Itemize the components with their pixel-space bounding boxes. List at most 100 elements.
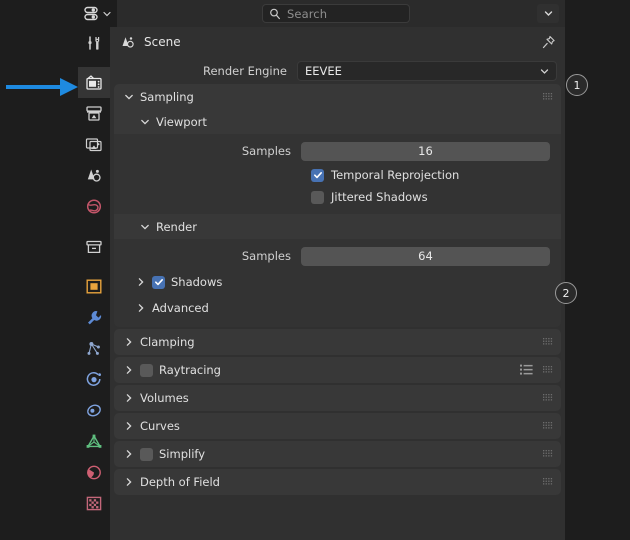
section-curves[interactable]: Curves bbox=[114, 413, 561, 439]
chevron-right-icon bbox=[126, 366, 132, 374]
render-engine-value: EEVEE bbox=[305, 63, 342, 78]
section-clamping[interactable]: Clamping bbox=[114, 329, 561, 355]
grip-dots-icon[interactable] bbox=[543, 93, 553, 101]
chevron-down-icon bbox=[544, 11, 552, 16]
section-depth-of-field-title: Depth of Field bbox=[140, 475, 220, 489]
view-layer-images-icon bbox=[85, 138, 102, 152]
subsection-viewport-body: Samples 16 Temporal Reprojection Jittere… bbox=[114, 134, 561, 214]
section-raytracing-title: Raytracing bbox=[159, 363, 221, 377]
sidebar-item-object-data[interactable] bbox=[78, 426, 110, 457]
sidebar-item-tool[interactable] bbox=[78, 27, 110, 58]
sidebar-item-scene[interactable] bbox=[78, 160, 110, 191]
section-sampling-header[interactable]: Sampling bbox=[114, 84, 561, 109]
render-samples-label: Samples bbox=[241, 249, 291, 263]
pin-button[interactable] bbox=[539, 33, 557, 51]
chevron-down-icon bbox=[141, 119, 149, 125]
grip-dots-icon[interactable] bbox=[543, 394, 553, 402]
chevron-right-icon bbox=[126, 394, 132, 402]
sidebar-item-collection[interactable] bbox=[78, 231, 110, 262]
temporal-reprojection-row[interactable]: Temporal Reprojection bbox=[114, 164, 561, 186]
pin-icon bbox=[542, 35, 555, 48]
arrow-shaft bbox=[6, 85, 64, 89]
temporal-reprojection-label: Temporal Reprojection bbox=[331, 168, 460, 182]
section-simplify-title: Simplify bbox=[159, 447, 206, 461]
header-overflow-button[interactable] bbox=[537, 4, 559, 23]
collection-box-icon bbox=[86, 240, 102, 253]
section-raytracing[interactable]: Raytracing bbox=[114, 357, 561, 383]
raytracing-checkbox[interactable] bbox=[140, 363, 153, 377]
search-icon bbox=[270, 8, 280, 19]
arrow-head bbox=[60, 78, 78, 96]
chevron-right-icon[interactable] bbox=[136, 303, 146, 313]
sidebar-item-view-layer[interactable] bbox=[78, 129, 110, 160]
sidebar-item-render[interactable] bbox=[78, 67, 112, 98]
properties-panel: Scene Render Engine EEVEE Sampling Viewp… bbox=[110, 27, 565, 540]
chevron-right-icon[interactable] bbox=[136, 277, 146, 287]
subsection-viewport-title: Viewport bbox=[156, 114, 207, 129]
grip-dots-icon[interactable] bbox=[543, 422, 553, 430]
render-shadows-row[interactable]: Shadows bbox=[114, 269, 561, 295]
breadcrumb: Scene bbox=[110, 27, 565, 57]
section-volumes[interactable]: Volumes bbox=[114, 385, 561, 411]
jittered-shadows-label: Jittered Shadows bbox=[331, 190, 428, 204]
chevron-down-icon bbox=[125, 94, 133, 100]
render-advanced-label: Advanced bbox=[152, 301, 209, 315]
material-sphere-icon bbox=[87, 465, 101, 480]
texture-checker-icon bbox=[86, 496, 102, 511]
editor-type-selector[interactable] bbox=[78, 0, 117, 27]
sidebar-item-object-constraints[interactable] bbox=[78, 395, 110, 426]
jittered-shadows-checkbox[interactable] bbox=[311, 190, 324, 204]
sidebar-item-modifiers[interactable] bbox=[78, 302, 110, 333]
render-engine-dropdown[interactable]: EEVEE bbox=[297, 60, 557, 81]
modifier-wrench-icon bbox=[88, 311, 102, 325]
simplify-checkbox[interactable] bbox=[140, 447, 153, 461]
preset-list-icon[interactable] bbox=[520, 364, 533, 376]
render-advanced-row[interactable]: Advanced bbox=[114, 295, 561, 321]
chevron-right-icon bbox=[126, 338, 132, 346]
viewport-samples-field[interactable]: 16 bbox=[301, 141, 550, 161]
sidebar-item-object[interactable] bbox=[78, 271, 110, 302]
chevron-down-icon bbox=[540, 68, 549, 74]
grip-dots-icon[interactable] bbox=[543, 366, 553, 374]
annotation-badge-1: 1 bbox=[566, 74, 588, 96]
sidebar-item-material[interactable] bbox=[78, 457, 110, 488]
tool-wrench-screwdriver-icon bbox=[88, 35, 100, 50]
section-sampling-title: Sampling bbox=[140, 89, 194, 104]
constraints-clamp-icon bbox=[87, 404, 101, 417]
section-clamping-title: Clamping bbox=[140, 335, 195, 349]
object-data-triangle-icon bbox=[86, 434, 102, 448]
render-samples-field[interactable]: 64 bbox=[301, 246, 550, 266]
render-engine-label: Render Engine bbox=[202, 63, 287, 78]
render-engine-row: Render Engine EEVEE bbox=[110, 57, 565, 84]
section-curves-title: Curves bbox=[140, 419, 180, 433]
render-shadows-label: Shadows bbox=[171, 275, 223, 289]
grip-dots-icon[interactable] bbox=[543, 338, 553, 346]
sidebar-item-output[interactable] bbox=[78, 98, 110, 129]
check-icon bbox=[154, 279, 163, 286]
subsection-render-title: Render bbox=[156, 219, 197, 234]
sidebar-item-physics[interactable] bbox=[78, 364, 110, 395]
sidebar-item-world[interactable] bbox=[78, 191, 110, 222]
subsection-render-header[interactable]: Render bbox=[114, 214, 561, 239]
sidebar-item-texture[interactable] bbox=[78, 488, 110, 519]
world-globe-icon bbox=[86, 199, 102, 214]
search-input[interactable]: Search bbox=[262, 4, 410, 23]
temporal-reprojection-checkbox[interactable] bbox=[311, 168, 324, 182]
chevron-right-icon bbox=[126, 478, 132, 486]
sidebar-item-particles[interactable] bbox=[78, 333, 110, 364]
render-shadows-checkbox[interactable] bbox=[152, 275, 165, 289]
jittered-shadows-row[interactable]: Jittered Shadows bbox=[114, 186, 561, 208]
particles-icon bbox=[87, 342, 100, 355]
breadcrumb-scene-label: Scene bbox=[144, 35, 181, 49]
chevron-down-icon bbox=[103, 11, 111, 16]
annotation-badge-2: 2 bbox=[555, 282, 577, 304]
section-simplify[interactable]: Simplify bbox=[114, 441, 561, 467]
output-printer-icon bbox=[86, 106, 102, 121]
scene-cone-sphere-icon bbox=[122, 36, 134, 48]
subsection-viewport-header[interactable]: Viewport bbox=[114, 109, 561, 134]
section-depth-of-field[interactable]: Depth of Field bbox=[114, 469, 561, 495]
check-icon bbox=[313, 172, 322, 179]
grip-dots-icon[interactable] bbox=[543, 450, 553, 458]
grip-dots-icon[interactable] bbox=[543, 478, 553, 486]
viewport-samples-label: Samples bbox=[241, 144, 291, 158]
